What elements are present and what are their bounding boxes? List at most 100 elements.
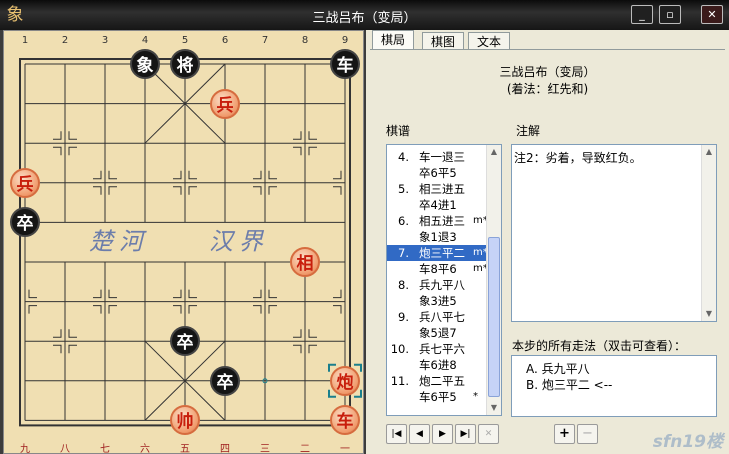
point-mark (308, 131, 317, 140)
alternative-move-a[interactable]: A. 兵九平八 (526, 360, 590, 377)
red-soldier-1[interactable]: 兵 (210, 88, 240, 119)
note-scroll-up-icon[interactable]: ▲ (702, 145, 716, 159)
top-coordinate: 1 (22, 35, 28, 46)
move-number: 5. (398, 182, 409, 196)
move-row[interactable]: 象5退7 (387, 325, 491, 341)
river-text-han: 汉界 (209, 227, 269, 255)
move-text: 相五进三 (419, 214, 465, 228)
move-list[interactable]: 4. 车一退三 卒6平5 5. 相三进五 卒4进1 6. 相五进三 m* 象1退3 7. 炮三平二 m*… (386, 144, 502, 416)
first-move-button[interactable]: |◀ (386, 424, 407, 444)
notes-label: 注解 (516, 124, 541, 138)
watermark-logo: sfn19楼 (652, 432, 723, 452)
point-mark (68, 344, 77, 354)
point-mark (333, 289, 342, 299)
xiangqi-board[interactable]: 1 2 3 4 5 6 7 8 9 九八七六五四三二一楚河 汉界 象将车兵兵卒相卒卒炮帅车 (3, 30, 364, 454)
move-row[interactable]: 车8平6 m* (387, 261, 491, 277)
move-row[interactable]: 象1退3 (387, 229, 491, 245)
move-row[interactable]: 10. 兵七平六 (387, 341, 491, 357)
point-mark (68, 131, 77, 140)
top-coordinate: 8 (302, 35, 308, 46)
move-text: 卒4进1 (419, 198, 457, 212)
move-text: 兵七平六 (419, 342, 465, 356)
bottom-coordinate: 二 (300, 444, 310, 454)
move-row[interactable]: 车6进8 (387, 357, 491, 373)
move-list-scrollbar[interactable]: ▲ ▼ (486, 145, 501, 415)
game-subtitle: (着法：红先和) (506, 82, 589, 96)
red-minister[interactable]: 相 (290, 247, 320, 277)
move-row[interactable]: 8. 兵九平八 (387, 277, 491, 293)
prev-move-button[interactable]: ◀ (409, 424, 430, 444)
red-cannon[interactable]: 炮 (330, 365, 360, 396)
note-box[interactable]: 注2：劣着，导致红负。 ▲ ▼ (511, 144, 717, 322)
move-row[interactable]: 11. 炮二平五 (387, 373, 491, 389)
move-row[interactable]: 5. 相三进五 (387, 181, 491, 197)
next-move-button[interactable]: ▶ (432, 424, 453, 444)
scroll-up-icon[interactable]: ▲ (487, 145, 501, 159)
point-mark (53, 329, 62, 338)
point-mark (308, 146, 317, 156)
point-mark (253, 305, 262, 314)
move-text: 兵九平八 (419, 278, 465, 292)
add-variation-button[interactable]: + (554, 424, 575, 444)
minimize-button[interactable]: _ (631, 5, 653, 24)
point-mark (268, 305, 277, 314)
move-row[interactable]: 卒4进1 (387, 197, 491, 213)
bottom-coordinate: 一 (340, 444, 350, 454)
point-mark (253, 170, 262, 180)
point-mark (93, 186, 102, 195)
point-mark (53, 131, 62, 140)
move-row[interactable]: 7. 炮三平二 m* (387, 245, 491, 261)
move-text: 车一退三 (419, 150, 465, 164)
move-text: 车6进8 (419, 358, 457, 372)
title-bar: 象 三战吕布（变局） _ ▫ ✕ (0, 0, 729, 30)
red-soldier-2[interactable]: 兵 (10, 167, 40, 198)
point-mark (93, 170, 102, 180)
point-mark (68, 329, 77, 338)
move-row[interactable]: 6. 相五进三 m* (387, 213, 491, 229)
bottom-coordinate: 六 (140, 443, 150, 454)
move-row[interactable]: 车6平5 * (387, 389, 491, 405)
maximize-button[interactable]: ▫ (659, 5, 681, 24)
point-mark (173, 289, 182, 299)
delete-move-button[interactable]: ✕ (478, 424, 499, 444)
remove-variation-button[interactable]: − (577, 424, 598, 444)
bottom-coordinate: 四 (220, 444, 230, 454)
black-chariot[interactable]: 车 (330, 49, 360, 79)
black-elephant[interactable]: 象 (130, 49, 160, 79)
move-text: 车8平6 (419, 262, 457, 276)
move-number: 8. (398, 278, 409, 292)
alternative-move-b[interactable]: B. 炮三平二 <-- (526, 376, 612, 393)
black-soldier-2[interactable]: 卒 (170, 326, 200, 357)
move-row[interactable]: 9. 兵八平七 (387, 309, 491, 325)
board-grid: 1 2 3 4 5 6 7 8 9 九 八 七 六 五 四 三 二 一 楚河 汉界 (19, 35, 362, 454)
tab-diagram[interactable]: 棋图 (422, 32, 465, 50)
point-mark (68, 146, 77, 156)
move-row[interactable]: 象3进5 (387, 293, 491, 309)
tab-game[interactable]: 棋局 (372, 30, 415, 50)
point-mark (253, 289, 262, 299)
scroll-thumb[interactable] (488, 237, 500, 397)
black-general[interactable]: 将 (170, 49, 200, 79)
black-soldier-3[interactable]: 卒 (210, 365, 240, 396)
move-text: 象5退7 (419, 326, 457, 340)
top-coordinate: 6 (222, 35, 228, 46)
scroll-down-icon[interactable]: ▼ (487, 401, 501, 415)
bottom-coordinate: 五 (180, 444, 190, 454)
move-number: 7. (398, 246, 409, 260)
point-mark (108, 186, 117, 195)
move-row[interactable]: 卒6平5 (387, 165, 491, 181)
point-mark (268, 186, 277, 195)
note-scroll-down-icon[interactable]: ▼ (702, 307, 716, 321)
move-number: 9. (398, 310, 409, 324)
close-button[interactable]: ✕ (701, 5, 723, 24)
move-text: 炮三平二 (419, 246, 465, 260)
note-scrollbar[interactable]: ▲ ▼ (701, 145, 716, 321)
point-mark (253, 186, 262, 195)
alternatives-list[interactable]: A. 兵九平八 B. 炮三平二 <-- (511, 355, 717, 417)
tab-text[interactable]: 文本 (468, 32, 511, 50)
river-text-chu: 楚河 (89, 227, 149, 255)
point-mark (93, 305, 102, 314)
last-move-button[interactable]: ▶| (455, 424, 476, 444)
move-row[interactable]: 4. 车一退三 (387, 149, 491, 165)
move-text: 象1退3 (419, 230, 457, 244)
